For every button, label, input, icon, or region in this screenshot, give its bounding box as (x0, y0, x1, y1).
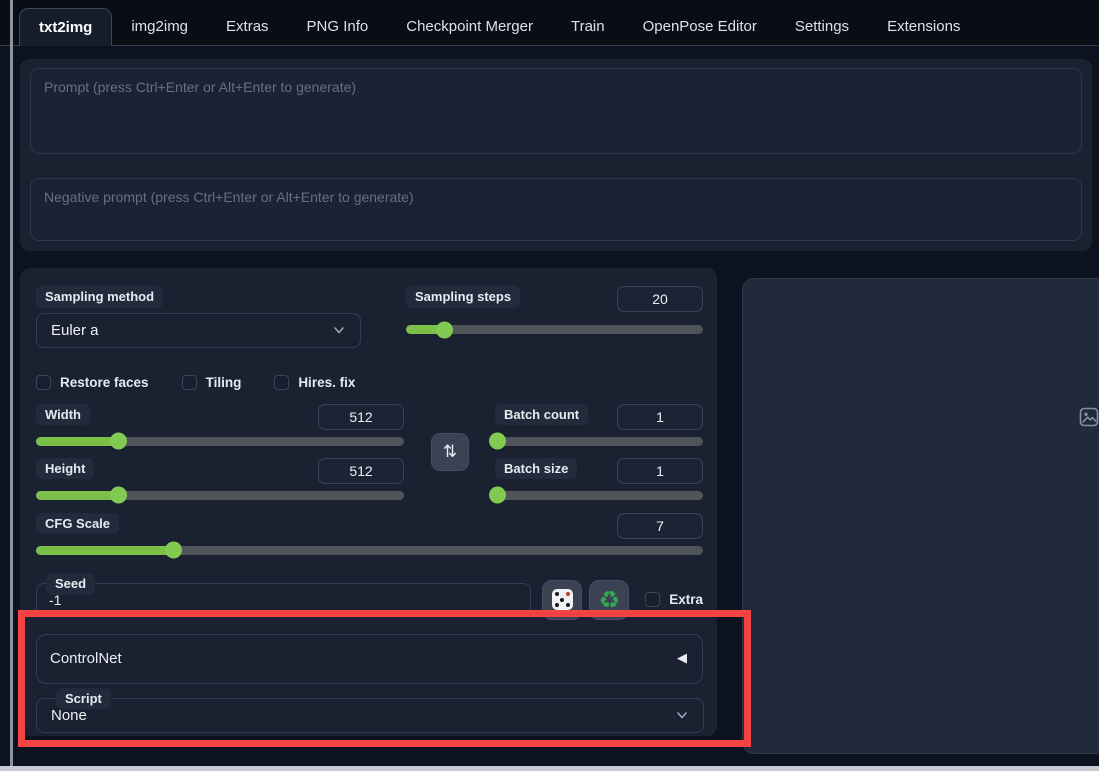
image-placeholder-icon (1079, 407, 1099, 427)
script-value: None (51, 706, 87, 724)
width-label: Width (36, 403, 90, 426)
reuse-seed-button[interactable]: ♻ (589, 579, 630, 620)
controlnet-accordion-header[interactable]: ControlNet ◀ (36, 633, 703, 684)
seed-input[interactable] (36, 583, 532, 617)
app-window: txt2img img2img Extras PNG Info Checkpoi… (0, 0, 1099, 771)
generation-settings-card: Sampling method Euler a Sampling steps 2… (20, 268, 717, 736)
chevron-down-icon (334, 327, 344, 334)
swap-width-height-button[interactable]: ⇅ (431, 432, 469, 471)
sampling-steps-label: Sampling steps (406, 286, 521, 308)
seed-extra-checkbox[interactable] (645, 592, 661, 608)
recycle-icon: ♻ (598, 585, 620, 614)
seed-label: Seed (46, 573, 96, 595)
tab-extras[interactable]: Extras (207, 8, 288, 45)
cfg-scale-control: CFG Scale (36, 512, 703, 559)
batch-count-slider-thumb[interactable] (489, 432, 506, 450)
window-left-edge (10, 0, 13, 771)
seed-extra-label: Extra (669, 592, 703, 608)
sampling-steps-input[interactable] (617, 286, 703, 312)
batch-count-control: Batch count (489, 403, 703, 450)
random-seed-button[interactable] (542, 579, 583, 620)
sampling-steps-slider-thumb[interactable] (435, 321, 453, 338)
height-slider[interactable] (36, 486, 404, 504)
tiling-checkbox[interactable] (181, 374, 197, 390)
tab-png-info[interactable]: PNG Info (288, 8, 388, 45)
script-section: Script None (36, 687, 704, 733)
main-tab-bar: txt2img img2img Extras PNG Info Checkpoi… (0, 0, 1099, 46)
batch-count-label: Batch count (495, 403, 589, 426)
tab-txt2img[interactable]: txt2img (19, 8, 113, 46)
height-input[interactable] (318, 457, 404, 484)
batch-count-slider[interactable] (489, 432, 703, 450)
prompt-card (20, 59, 1092, 251)
tab-train[interactable]: Train (552, 8, 624, 45)
batch-size-slider-thumb[interactable] (489, 486, 506, 504)
prompt-input[interactable] (30, 68, 1082, 154)
cfg-scale-input[interactable] (617, 512, 703, 539)
hires-fix-checkbox[interactable] (274, 374, 290, 390)
chevron-down-icon (677, 712, 687, 719)
width-input[interactable] (318, 403, 404, 430)
batch-size-input[interactable] (617, 457, 703, 484)
tab-openpose-editor[interactable]: OpenPose Editor (624, 8, 776, 45)
batch-size-label: Batch size (495, 457, 578, 480)
sampling-steps-slider[interactable] (406, 321, 703, 338)
cfg-scale-slider[interactable] (36, 541, 703, 559)
script-label: Script (56, 687, 111, 710)
sampling-section: Sampling method Euler a Sampling steps (36, 286, 703, 348)
controlnet-title: ControlNet (50, 650, 122, 668)
collapse-triangle-icon: ◀ (677, 651, 687, 667)
height-control: Height (36, 457, 404, 504)
sampling-method-dropdown[interactable]: Euler a (36, 312, 361, 348)
negative-prompt-input[interactable] (30, 178, 1082, 241)
window-bottom-edge (0, 766, 1099, 771)
height-slider-thumb[interactable] (110, 486, 128, 504)
tab-extensions[interactable]: Extensions (868, 8, 979, 45)
batch-count-input[interactable] (617, 403, 703, 430)
sampling-method-value: Euler a (51, 321, 99, 339)
batch-size-control: Batch size (489, 457, 703, 504)
feature-toggles-row: Restore faces Tiling Hires. fix (36, 374, 703, 390)
tab-img2img[interactable]: img2img (112, 8, 207, 45)
batch-size-slider[interactable] (489, 486, 703, 504)
swap-arrows-icon: ⇅ (442, 441, 458, 461)
settings-row: Sampling method Euler a Sampling steps 2… (20, 268, 1099, 754)
output-image-panel (742, 278, 1099, 754)
cfg-scale-label: CFG Scale (36, 512, 120, 535)
seed-section: Seed ♻ Extra (36, 573, 703, 620)
cfg-scale-slider-thumb[interactable] (165, 541, 183, 559)
dimensions-batch-section: Width Height (36, 403, 703, 504)
tiling-label: Tiling (205, 374, 242, 390)
tab-checkpoint-merger[interactable]: Checkpoint Merger (387, 8, 552, 45)
script-dropdown[interactable]: None (36, 697, 704, 733)
width-slider-thumb[interactable] (110, 432, 128, 450)
restore-faces-checkbox[interactable] (36, 374, 51, 390)
width-slider[interactable] (36, 432, 404, 450)
restore-faces-label: Restore faces (60, 374, 149, 390)
hires-fix-label: Hires. fix (298, 374, 356, 390)
dice-icon (551, 589, 573, 611)
width-control: Width (36, 403, 404, 450)
tab-settings[interactable]: Settings (776, 8, 868, 45)
height-label: Height (36, 457, 95, 480)
sampling-method-label: Sampling method (36, 286, 164, 308)
